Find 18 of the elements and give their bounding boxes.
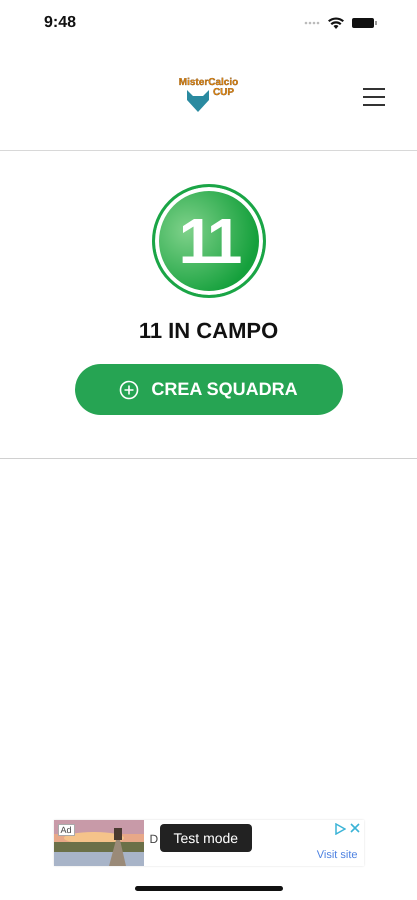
status-time: 9:48 [44,14,76,32]
battery-icon [352,17,377,29]
logo-text: CUP [212,88,234,98]
mode-badge: 11 [152,184,266,298]
adchoices-icon[interactable] [334,823,346,835]
test-mode-tooltip: Test mode [160,824,252,852]
logo-text: MisterCalcio [178,78,238,88]
visit-site-link[interactable]: Visit site [316,849,358,861]
wifi-icon [328,17,344,29]
plus-circle-icon [119,380,140,400]
ad-banner[interactable]: Ad D Test mode Visit site [54,820,364,866]
mode-title: 11 IN CAMPO [138,318,278,344]
create-team-button[interactable]: CREA SQUADRA [74,364,342,415]
signal-icon [304,21,320,25]
ad-headline: D [150,832,158,846]
ad-label: Ad [58,824,75,836]
menu-button[interactable] [363,88,385,106]
close-icon[interactable] [350,823,360,833]
